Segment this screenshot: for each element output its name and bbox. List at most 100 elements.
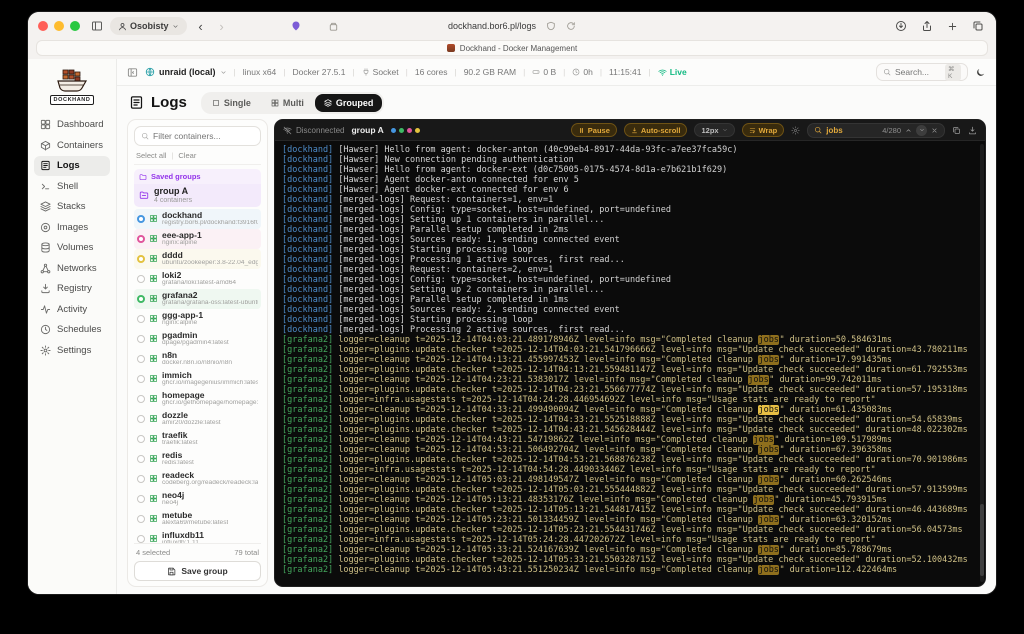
sidebar-item-networks[interactable]: Networks <box>34 259 110 279</box>
auto-scroll-button[interactable]: Auto-scroll <box>624 123 688 137</box>
container-row-immich[interactable]: immich ghcr.io/imagegenius/immich:latest <box>134 369 261 389</box>
container-row-dockhand[interactable]: dockhand registry.bor6.pl/dockhand:f3916… <box>134 209 261 229</box>
container-row-eee-app-1[interactable]: eee-app-1 nginx:alpine <box>134 229 261 249</box>
minimize-window-button[interactable] <box>54 21 64 31</box>
networks-icon <box>40 263 51 274</box>
forward-button[interactable]: › <box>215 19 229 34</box>
new-tab-icon[interactable] <box>947 21 958 32</box>
select-all-link[interactable]: Select all <box>136 151 166 160</box>
download-logs-icon[interactable] <box>968 126 977 135</box>
sidebar-item-volumes[interactable]: Volumes <box>34 238 110 258</box>
container-row-grafana2[interactable]: grafana2 grafana/grafana-oss:latest-ubun… <box>134 289 261 309</box>
container-row-homepage[interactable]: homepage ghcr.io/gethomepage/homepage:la… <box>134 389 261 409</box>
container-row-dozzle[interactable]: dozzle amir20/dozzle:latest <box>134 409 261 429</box>
shield-icon[interactable] <box>546 21 556 31</box>
sidebar-item-settings[interactable]: Settings <box>34 341 110 361</box>
container-select-dot[interactable] <box>137 315 145 323</box>
next-match-button[interactable] <box>916 125 927 136</box>
containers-icon <box>40 140 51 151</box>
pause-button[interactable]: Pause <box>571 123 617 137</box>
sidebar-item-images[interactable]: Images <box>34 218 110 238</box>
container-row-pgadmin[interactable]: pgadmin dpage/pgadmin4:latest <box>134 329 261 349</box>
container-select-dot[interactable] <box>137 215 145 223</box>
container-row-metube[interactable]: metube alexta69/metube:latest <box>134 509 261 529</box>
sidebar-item-shell[interactable]: Shell <box>34 177 110 197</box>
tab-overview-icon[interactable] <box>972 20 984 32</box>
close-window-button[interactable] <box>38 21 48 31</box>
clear-link[interactable]: Clear <box>178 151 196 160</box>
log-settings-icon[interactable] <box>791 126 800 135</box>
tab-grouped[interactable]: Grouped <box>315 94 383 112</box>
zoom-window-button[interactable] <box>70 21 80 31</box>
global-search-input[interactable] <box>895 67 941 77</box>
share-icon[interactable] <box>921 20 933 32</box>
global-search[interactable]: ⌘ K <box>876 63 968 81</box>
container-select-dot[interactable] <box>137 375 145 383</box>
sidebar-item-label: Networks <box>57 263 97 274</box>
container-select-dot[interactable] <box>137 475 145 483</box>
scrollbar-thumb[interactable] <box>980 504 984 576</box>
container-select-dot[interactable] <box>137 295 145 303</box>
sidebar-item-schedules[interactable]: Schedules <box>34 320 110 340</box>
browser-tab[interactable]: Dockhand - Docker Management <box>36 40 988 56</box>
container-select-dot[interactable] <box>137 275 145 283</box>
container-select-dot[interactable] <box>137 235 145 243</box>
container-image: amir20/dozzle:latest <box>162 420 221 427</box>
filter-containers-input[interactable] <box>153 131 254 141</box>
sidebar-item-stacks[interactable]: Stacks <box>34 197 110 217</box>
container-select-dot[interactable] <box>137 435 145 443</box>
sidebar-item-registry[interactable]: Registry <box>34 279 110 299</box>
container-select-dot[interactable] <box>137 395 145 403</box>
filter-containers-box[interactable] <box>134 126 261 146</box>
container-select-dot[interactable] <box>137 495 145 503</box>
reload-icon[interactable] <box>566 21 576 31</box>
container-select-dot[interactable] <box>137 535 145 543</box>
clock-icon <box>572 68 580 76</box>
container-select-dot[interactable] <box>137 515 145 523</box>
environment-selector[interactable]: unraid (local) <box>145 67 227 77</box>
container-row-ggg-app-1[interactable]: ggg-app-1 nginx:alpine <box>134 309 261 329</box>
container-select-dot[interactable] <box>137 255 145 263</box>
tab-single[interactable]: Single <box>203 94 260 112</box>
container-select-dot[interactable] <box>137 415 145 423</box>
profile-button[interactable]: Osobisty <box>110 17 187 35</box>
log-search-input[interactable] <box>826 126 878 135</box>
log-line: [grafana2] logger=cleanup t=2025-12-14T0… <box>282 405 978 415</box>
sidebar-item-dashboard[interactable]: Dashboard <box>34 115 110 135</box>
container-select-dot[interactable] <box>137 455 145 463</box>
dark-mode-toggle-icon[interactable] <box>975 67 986 78</box>
extension-gray-icon[interactable] <box>328 21 339 32</box>
container-row-readeck[interactable]: readeck codeberg.org/readeck/readeck:lat… <box>134 469 261 489</box>
saved-group-item[interactable]: group A 4 containers <box>134 184 261 207</box>
container-row-redis[interactable]: redis redis:latest <box>134 449 261 469</box>
sidebar-item-logs[interactable]: Logs <box>34 156 110 176</box>
log-scrollbar[interactable] <box>980 144 984 582</box>
sidebar-item-containers[interactable]: Containers <box>34 136 110 156</box>
container-row-influxdb11[interactable]: influxdb11 influxdb:1.11 <box>134 529 261 543</box>
previous-match-icon[interactable] <box>905 127 912 134</box>
container-row-n8n[interactable]: n8n docker.n8n.io/n8nio/n8n <box>134 349 261 369</box>
container-row-dddd[interactable]: dddd ubuntu/zookeeper:3.8-22.04_edge <box>134 249 261 269</box>
extension-purple-icon[interactable] <box>290 20 302 32</box>
copy-logs-icon[interactable] <box>952 126 961 135</box>
sidebar-item-label: Logs <box>57 160 80 171</box>
save-group-button[interactable]: Save group <box>134 561 261 581</box>
container-row-neo4j[interactable]: neo4j neo4j <box>134 489 261 509</box>
container-row-loki2[interactable]: loki2 grafana/loki:latest-amd64 <box>134 269 261 289</box>
container-image: grafana/loki:latest-amd64 <box>162 280 236 287</box>
container-row-traefik[interactable]: traefik traefik:latest <box>134 429 261 449</box>
panel-collapse-icon[interactable] <box>127 67 138 78</box>
font-size-select[interactable]: 12px <box>694 123 734 137</box>
tab-multi[interactable]: Multi <box>262 94 313 112</box>
wrap-button[interactable]: Wrap <box>742 123 785 137</box>
log-output[interactable]: [dockhand] [Hawser] Hello from agent: do… <box>275 141 985 586</box>
downloads-icon[interactable] <box>895 20 907 32</box>
clear-search-icon[interactable] <box>931 127 938 134</box>
address-bar[interactable]: dockhand.bor6.pl/logs <box>448 12 576 40</box>
browser-sidebar-toggle-icon[interactable] <box>91 20 103 32</box>
log-search-box[interactable]: 4/280 <box>807 123 945 138</box>
container-select-dot[interactable] <box>137 355 145 363</box>
sidebar-item-activity[interactable]: Activity <box>34 300 110 320</box>
back-button[interactable]: ‹ <box>194 19 208 34</box>
container-select-dot[interactable] <box>137 335 145 343</box>
